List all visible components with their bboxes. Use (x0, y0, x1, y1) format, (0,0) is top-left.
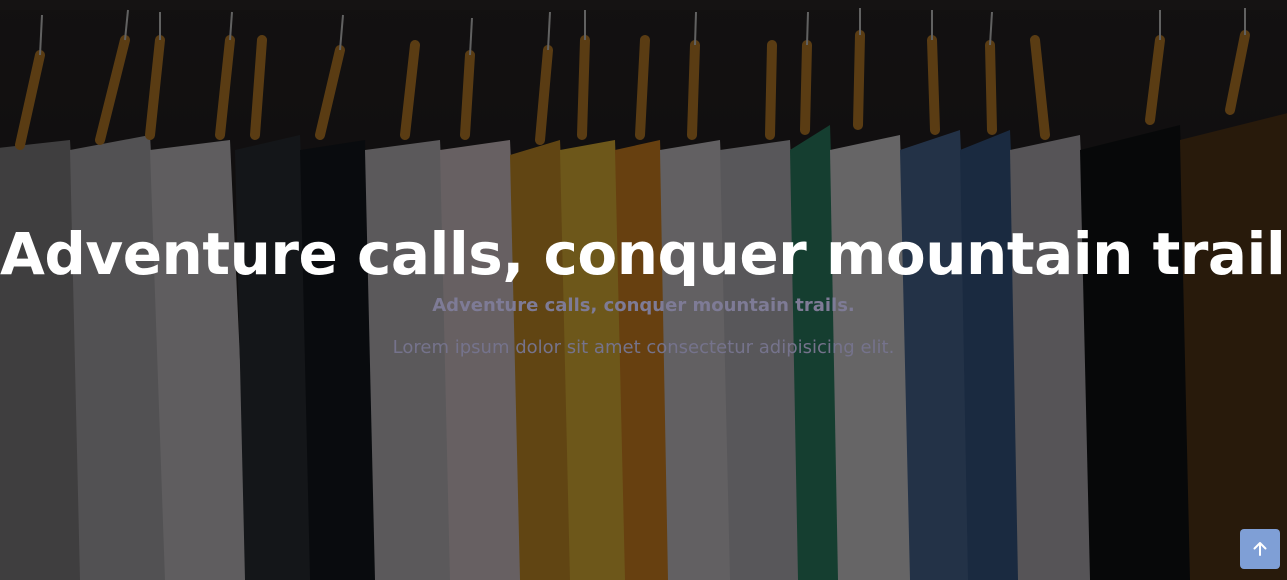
arrow-up-icon (1253, 542, 1267, 556)
hero-section: Adventure calls, conquer mountain trails… (0, 0, 1287, 580)
hero-title: Adventure calls, conquer mountain trails… (0, 220, 1287, 288)
scroll-to-top-button[interactable] (1240, 529, 1280, 569)
hero-subtitle: Adventure calls, conquer mountain trails… (432, 295, 855, 316)
hero-content: Adventure calls, conquer mountain trails… (0, 218, 1287, 360)
hero-description: Lorem ipsum dolor sit amet consectetur a… (392, 337, 895, 358)
